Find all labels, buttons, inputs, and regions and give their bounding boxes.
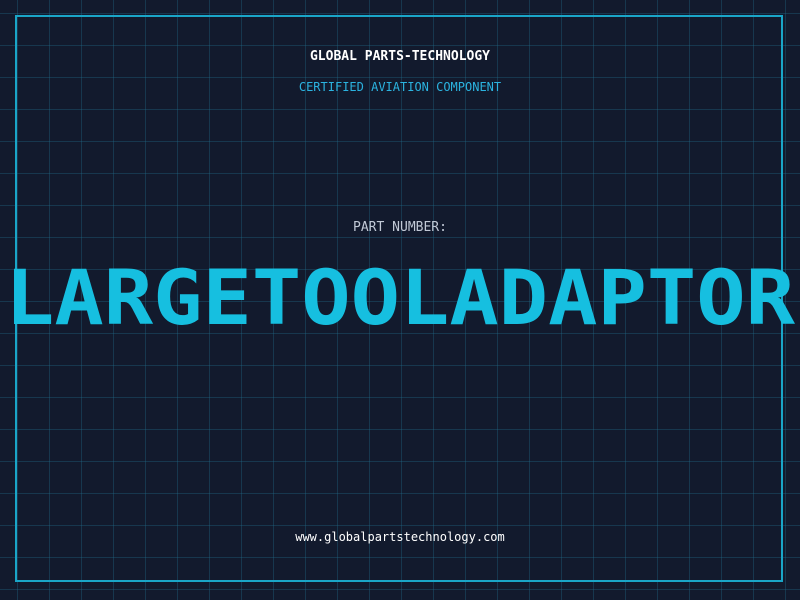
part-number-value: LARGETOOLADAPTOR <box>5 254 795 343</box>
company-name: GLOBAL PARTS-TECHNOLOGY <box>309 49 490 64</box>
subtitle: CERTIFIED AVIATION COMPONENT <box>298 80 502 94</box>
certificate-page: GLOBAL PARTS-TECHNOLOGY CERTIFIED AVIATI… <box>0 0 800 600</box>
part-number-label: PART NUMBER: <box>353 220 447 235</box>
website-url: www.globalpartstechnology.com <box>295 530 505 544</box>
